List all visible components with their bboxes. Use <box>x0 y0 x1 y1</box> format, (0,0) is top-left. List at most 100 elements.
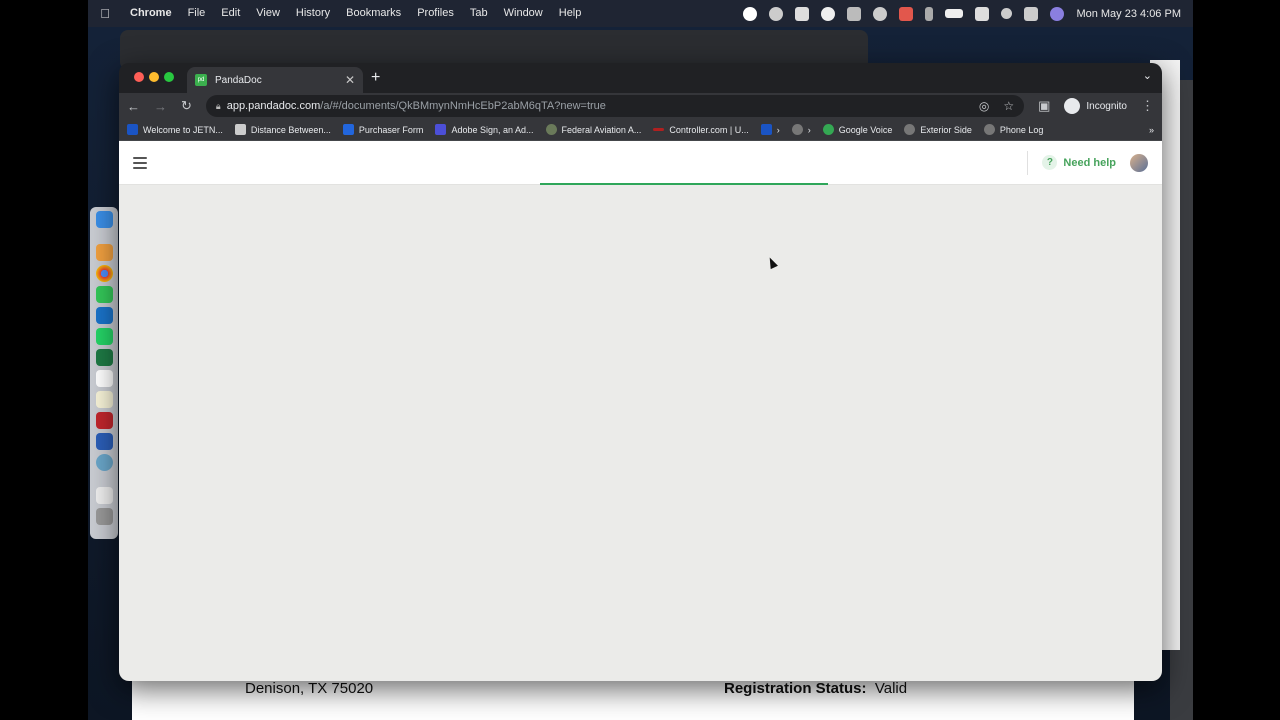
side-panel-icon[interactable]: ▣ <box>1038 98 1050 114</box>
chrome-icon[interactable] <box>95 265 113 282</box>
trash-icon[interactable] <box>95 508 113 525</box>
hand-icon[interactable] <box>847 6 862 21</box>
phone-icon <box>822 124 834 135</box>
bookmark-label: Controller.com | U... <box>669 124 749 135</box>
bookmark-folder[interactable]: › <box>760 124 780 135</box>
chrome-window: pd PandaDoc ✕ + ⌄ ← → ↻ 🔒︎ app.pandadoc.… <box>119 63 1162 681</box>
window-minimize-button[interactable] <box>149 72 159 82</box>
bookmark-label: › <box>776 124 780 135</box>
calendar-icon[interactable] <box>95 370 113 387</box>
tracking-protection-icon[interactable]: ◎ <box>979 99 989 113</box>
outlook-icon[interactable] <box>95 307 113 324</box>
finder-icon[interactable] <box>95 211 113 228</box>
forward-arrow-icon[interactable]: → <box>154 99 167 114</box>
word-icon[interactable] <box>95 433 113 450</box>
adobe-sign-icon <box>435 124 447 135</box>
document-icon[interactable] <box>95 487 113 504</box>
menu-history[interactable]: History <box>288 0 338 27</box>
pandadoc-page: ? Need help <box>119 141 1162 681</box>
bookmark-item[interactable]: Adobe Sign, an Ad... <box>435 124 534 135</box>
macos-dock <box>90 207 118 539</box>
bluetooth-icon[interactable] <box>925 6 934 21</box>
bookmark-item[interactable]: Welcome to JETN... <box>127 124 223 135</box>
clock-icon[interactable] <box>873 6 888 21</box>
bookmark-item[interactable]: Google Voice <box>822 124 893 135</box>
menu-edit[interactable]: Edit <box>213 0 248 27</box>
bookmark-item[interactable]: Distance Between... <box>234 124 331 135</box>
globe-icon <box>983 124 995 135</box>
menu-view[interactable]: View <box>248 0 288 27</box>
screen:  Chrome File Edit View History Bookmark… <box>0 0 1280 720</box>
controller-icon <box>653 128 665 131</box>
lock-icon[interactable]: 🔒︎ <box>216 101 221 112</box>
bookmark-star-icon[interactable]: ☆ <box>1003 99 1014 113</box>
password-manager-icon[interactable] <box>821 6 836 21</box>
control-center-icon[interactable] <box>1024 6 1039 21</box>
registration-status-value: Valid <box>874 680 908 697</box>
menu-bar-clock[interactable]: Mon May 23 4:06 PM <box>1076 8 1181 20</box>
pandadoc-favicon-icon: pd <box>195 74 207 86</box>
tab-pandadoc[interactable]: pd PandaDoc ✕ <box>187 67 363 93</box>
apple-menu-icon[interactable]:  <box>88 6 122 21</box>
bookmark-item[interactable]: Controller.com | U... <box>653 124 749 135</box>
battery-icon[interactable] <box>945 9 964 18</box>
document-address-line: Denison, TX 75020 <box>245 680 374 697</box>
bookmark-label: Google Voice <box>838 124 893 135</box>
preview-icon[interactable] <box>95 454 113 471</box>
bookmark-label: Adobe Sign, an Ad... <box>451 124 534 135</box>
menu-app-chrome[interactable]: Chrome <box>122 0 180 27</box>
notes-icon[interactable] <box>95 391 113 408</box>
jetnet-icon <box>760 124 772 135</box>
hamburger-menu-icon[interactable] <box>133 156 147 169</box>
spotlight-search-icon[interactable] <box>1001 8 1013 19</box>
bookmark-item[interactable]: Federal Aviation A... <box>545 124 641 135</box>
bookmark-label: › <box>807 124 811 135</box>
menu-help[interactable]: Help <box>551 0 590 27</box>
user-avatar[interactable] <box>1130 153 1148 172</box>
reload-icon[interactable]: ↻ <box>181 98 192 114</box>
loading-progress-bar <box>540 183 828 185</box>
form-icon <box>342 124 354 135</box>
menu-file[interactable]: File <box>180 0 214 27</box>
incognito-profile-button[interactable]: Incognito <box>1064 98 1127 114</box>
bookmark-folder[interactable]: › <box>791 124 811 135</box>
acrobat-icon[interactable] <box>95 412 113 429</box>
window-close-button[interactable] <box>134 72 144 82</box>
dropbox-icon[interactable] <box>899 6 914 21</box>
url-path: /a/#/documents/QkBMmynNmHcEbP2abM6qTA?ne… <box>320 100 606 112</box>
address-bar[interactable]: 🔒︎ app.pandadoc.com/a/#/documents/QkBMmy… <box>205 95 1025 117</box>
bookmark-item[interactable]: Exterior Side <box>904 124 972 135</box>
wifi-icon[interactable] <box>975 6 990 21</box>
browser-menu-icon[interactable]: ⋮ <box>1141 98 1154 114</box>
cloud-icon[interactable] <box>795 6 810 21</box>
excel-icon[interactable] <box>95 349 113 366</box>
bookmark-item[interactable]: Purchaser Form <box>342 124 423 135</box>
menu-tab[interactable]: Tab <box>462 0 496 27</box>
back-arrow-icon[interactable]: ← <box>127 99 140 114</box>
record-icon[interactable] <box>743 6 758 21</box>
menu-window[interactable]: Window <box>496 0 551 27</box>
bookmark-item[interactable]: Phone Log <box>983 124 1043 135</box>
tab-search-chevron-icon[interactable]: ⌄ <box>1143 69 1152 82</box>
url-host: app.pandadoc.com <box>226 100 321 112</box>
whatsapp-icon[interactable] <box>95 328 113 345</box>
faa-icon <box>545 124 557 135</box>
extension-icon[interactable] <box>769 6 784 21</box>
menu-bookmarks[interactable]: Bookmarks <box>338 0 409 27</box>
document-loading-area <box>119 185 1162 681</box>
window-zoom-button[interactable] <box>164 72 174 82</box>
tab-close-icon[interactable]: ✕ <box>345 73 355 87</box>
need-help-button[interactable]: ? Need help <box>1042 155 1116 170</box>
bookmarks-bar: Welcome to JETN... Distance Between... P… <box>119 119 1162 141</box>
header-divider <box>1027 150 1029 175</box>
bookmarks-overflow-icon[interactable]: » <box>1149 125 1154 135</box>
globe-icon <box>791 124 803 135</box>
messages-icon[interactable] <box>95 286 113 303</box>
new-tab-icon[interactable]: + <box>371 69 380 87</box>
menu-profiles[interactable]: Profiles <box>409 0 462 27</box>
siri-icon[interactable] <box>1050 6 1065 21</box>
document-registration-status: Registration Status: Valid <box>724 680 907 697</box>
incognito-icon <box>1064 98 1081 114</box>
bookmark-label: Welcome to JETN... <box>143 124 223 135</box>
app-orange-icon[interactable] <box>95 244 113 261</box>
